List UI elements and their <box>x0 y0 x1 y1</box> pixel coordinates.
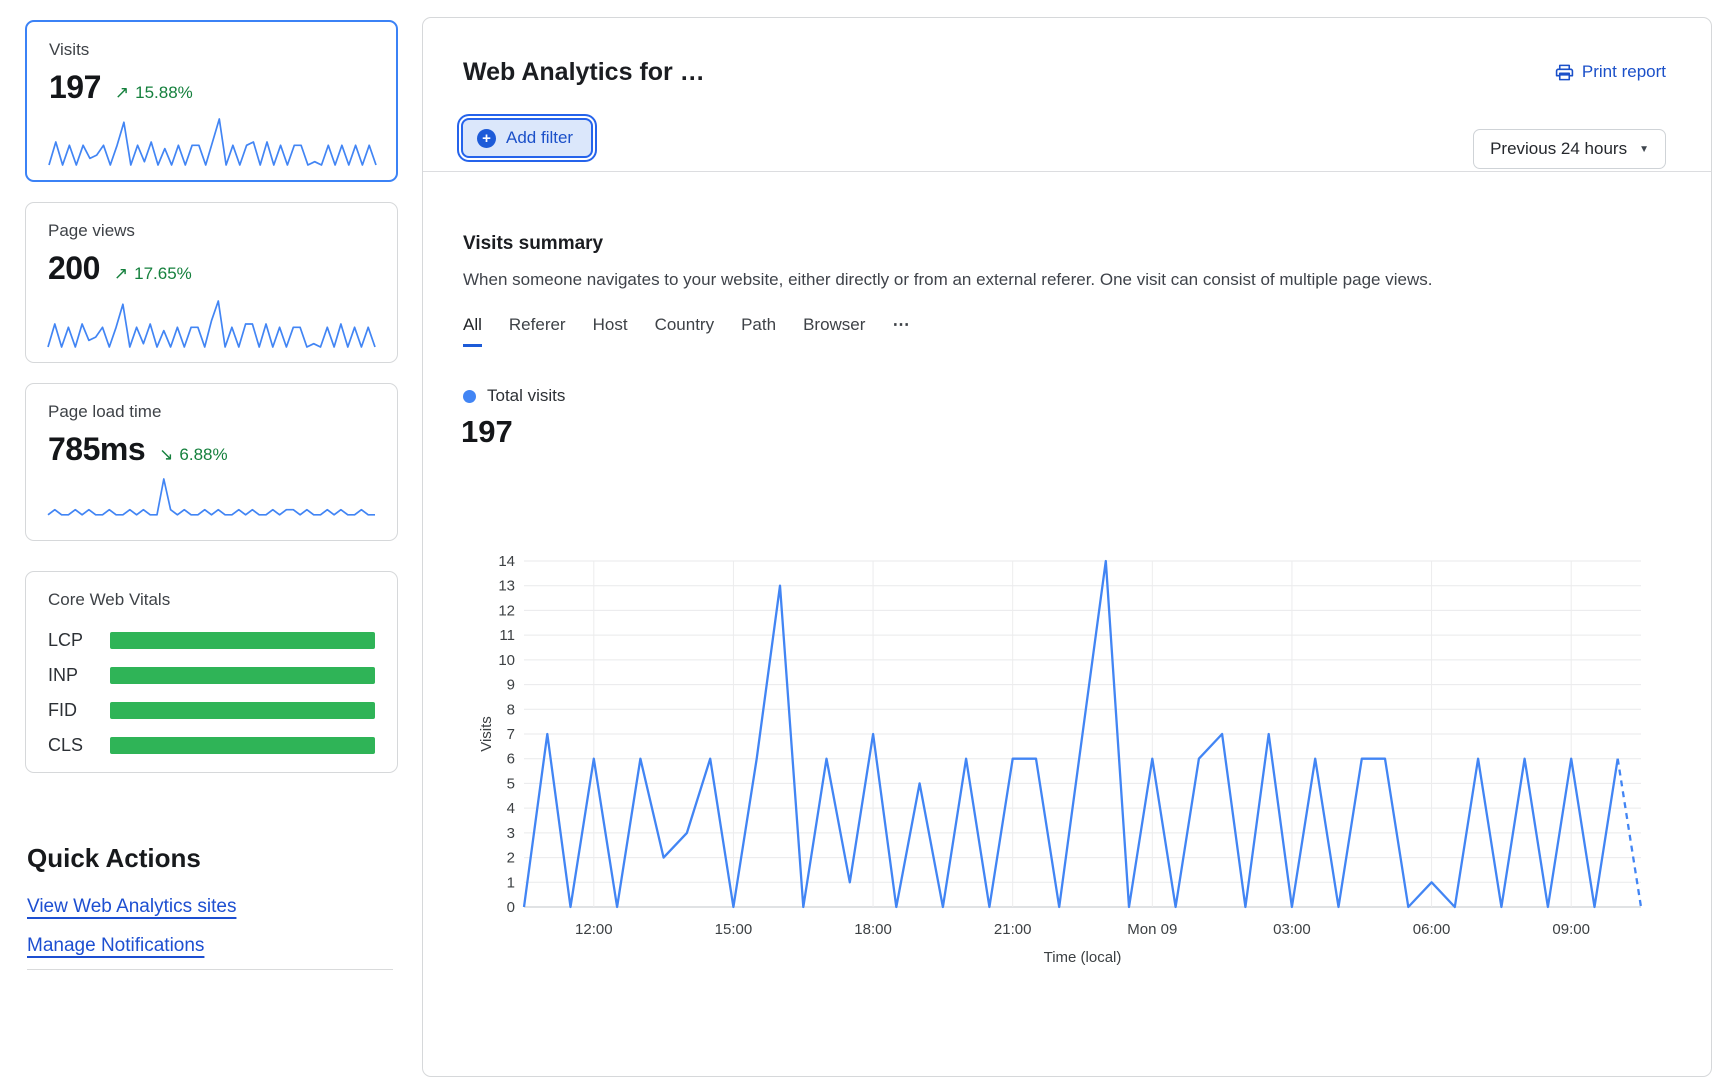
print-report-button[interactable]: Print report <box>1555 62 1666 82</box>
svg-text:0: 0 <box>507 899 515 916</box>
visits-card-label: Visits <box>49 40 374 60</box>
cwv-row-cls: CLS <box>48 735 375 756</box>
web-analytics-panel: Web Analytics for … Print report + Add f… <box>422 17 1712 1077</box>
legend-label: Total visits <box>487 386 565 406</box>
chart-legend: Total visits <box>463 386 565 406</box>
svg-text:8: 8 <box>507 701 515 718</box>
time-range-dropdown[interactable]: Previous 24 hours ▼ <box>1473 129 1666 169</box>
visits-delta: ↗ 15.88% <box>115 83 193 103</box>
visits-summary-description: When someone navigates to your website, … <box>463 270 1432 290</box>
legend-dot-icon <box>463 390 476 403</box>
cwv-row-lcp: LCP <box>48 630 375 651</box>
svg-text:3: 3 <box>507 825 515 842</box>
svg-text:4: 4 <box>507 800 515 817</box>
svg-text:13: 13 <box>498 578 515 595</box>
visits-line-chart: 0123456789101112131412:0015:0018:0021:00… <box>479 553 1659 973</box>
cwv-bar-lcp <box>110 632 375 649</box>
loadtime-metric-card[interactable]: Page load time 785ms ↘ 6.88% <box>25 383 398 541</box>
add-filter-label: Add filter <box>506 128 573 148</box>
svg-text:09:00: 09:00 <box>1552 921 1590 938</box>
cwv-row-inp: INP <box>48 665 375 686</box>
svg-text:11: 11 <box>499 627 515 644</box>
page-title: Web Analytics for … <box>463 58 705 87</box>
manage-notifications-link[interactable]: Manage Notifications <box>27 935 204 957</box>
svg-text:18:00: 18:00 <box>854 921 892 938</box>
visits-delta-value: 15.88% <box>135 83 193 103</box>
pageviews-metric-card[interactable]: Page views 200 ↗ 17.65% <box>25 202 398 363</box>
visits-value: 197 <box>49 69 101 106</box>
svg-text:Time (local): Time (local) <box>1044 949 1122 966</box>
pageviews-sparkline <box>46 296 377 350</box>
view-web-analytics-sites-link[interactable]: View Web Analytics sites <box>27 896 236 918</box>
svg-text:12:00: 12:00 <box>575 921 613 938</box>
print-report-label: Print report <box>1582 62 1666 82</box>
add-filter-button[interactable]: + Add filter <box>461 118 593 158</box>
cwv-label-fid: FID <box>48 700 110 721</box>
svg-text:1: 1 <box>507 874 515 891</box>
tab-path[interactable]: Path <box>741 315 776 347</box>
tab-country[interactable]: Country <box>655 315 715 347</box>
svg-text:12: 12 <box>498 602 515 619</box>
cwv-label-lcp: LCP <box>48 630 110 651</box>
loadtime-delta-value: 6.88% <box>179 445 227 465</box>
dimension-tabs: All Referer Host Country Path Browser ⋯ <box>463 315 910 347</box>
svg-text:21:00: 21:00 <box>994 921 1032 938</box>
cwv-bar-cls <box>110 737 375 754</box>
plus-circle-icon: + <box>477 129 496 148</box>
time-range-label: Previous 24 hours <box>1490 139 1627 159</box>
svg-text:Visits: Visits <box>479 716 495 752</box>
pageviews-delta-value: 17.65% <box>134 264 192 284</box>
loadtime-delta: ↘ 6.88% <box>159 445 227 465</box>
cwv-label-inp: INP <box>48 665 110 686</box>
header-divider <box>423 171 1711 172</box>
svg-text:2: 2 <box>507 850 515 867</box>
loadtime-value: 785ms <box>48 431 145 468</box>
core-web-vitals-card[interactable]: Core Web Vitals LCP INP FID CLS <box>25 571 398 773</box>
quick-actions-title: Quick Actions <box>27 843 201 874</box>
trend-down-icon: ↘ <box>159 445 173 465</box>
visits-metric-card[interactable]: Visits 197 ↗ 15.88% <box>25 20 398 182</box>
svg-text:5: 5 <box>507 775 515 792</box>
loadtime-card-label: Page load time <box>48 402 375 422</box>
cwv-bar-fid <box>110 702 375 719</box>
tab-host[interactable]: Host <box>593 315 628 347</box>
sidebar-divider <box>27 969 393 970</box>
core-web-vitals-title: Core Web Vitals <box>48 590 375 610</box>
visits-summary-title: Visits summary <box>463 233 603 255</box>
tab-all[interactable]: All <box>463 315 482 347</box>
cwv-bar-inp <box>110 667 375 684</box>
svg-text:14: 14 <box>498 553 515 570</box>
tab-browser[interactable]: Browser <box>803 315 865 347</box>
svg-text:Mon 09: Mon 09 <box>1127 921 1177 938</box>
svg-text:03:00: 03:00 <box>1273 921 1311 938</box>
pageviews-value: 200 <box>48 250 100 287</box>
chevron-down-icon: ▼ <box>1639 144 1649 155</box>
svg-text:9: 9 <box>507 677 515 694</box>
cwv-label-cls: CLS <box>48 735 110 756</box>
more-tabs-ellipsis-icon[interactable]: ⋯ <box>892 315 910 347</box>
cwv-row-fid: FID <box>48 700 375 721</box>
loadtime-sparkline <box>46 474 377 528</box>
pageviews-card-label: Page views <box>48 221 375 241</box>
total-visits-value: 197 <box>461 414 513 450</box>
svg-text:7: 7 <box>507 726 515 743</box>
printer-icon <box>1555 63 1574 82</box>
visits-sparkline <box>47 114 378 168</box>
svg-text:06:00: 06:00 <box>1413 921 1451 938</box>
svg-text:6: 6 <box>507 751 515 768</box>
svg-text:10: 10 <box>498 652 515 669</box>
trend-up-icon: ↗ <box>115 83 129 103</box>
svg-text:15:00: 15:00 <box>715 921 753 938</box>
pageviews-delta: ↗ 17.65% <box>114 264 192 284</box>
trend-up-icon: ↗ <box>114 264 128 284</box>
tab-referer[interactable]: Referer <box>509 315 566 347</box>
